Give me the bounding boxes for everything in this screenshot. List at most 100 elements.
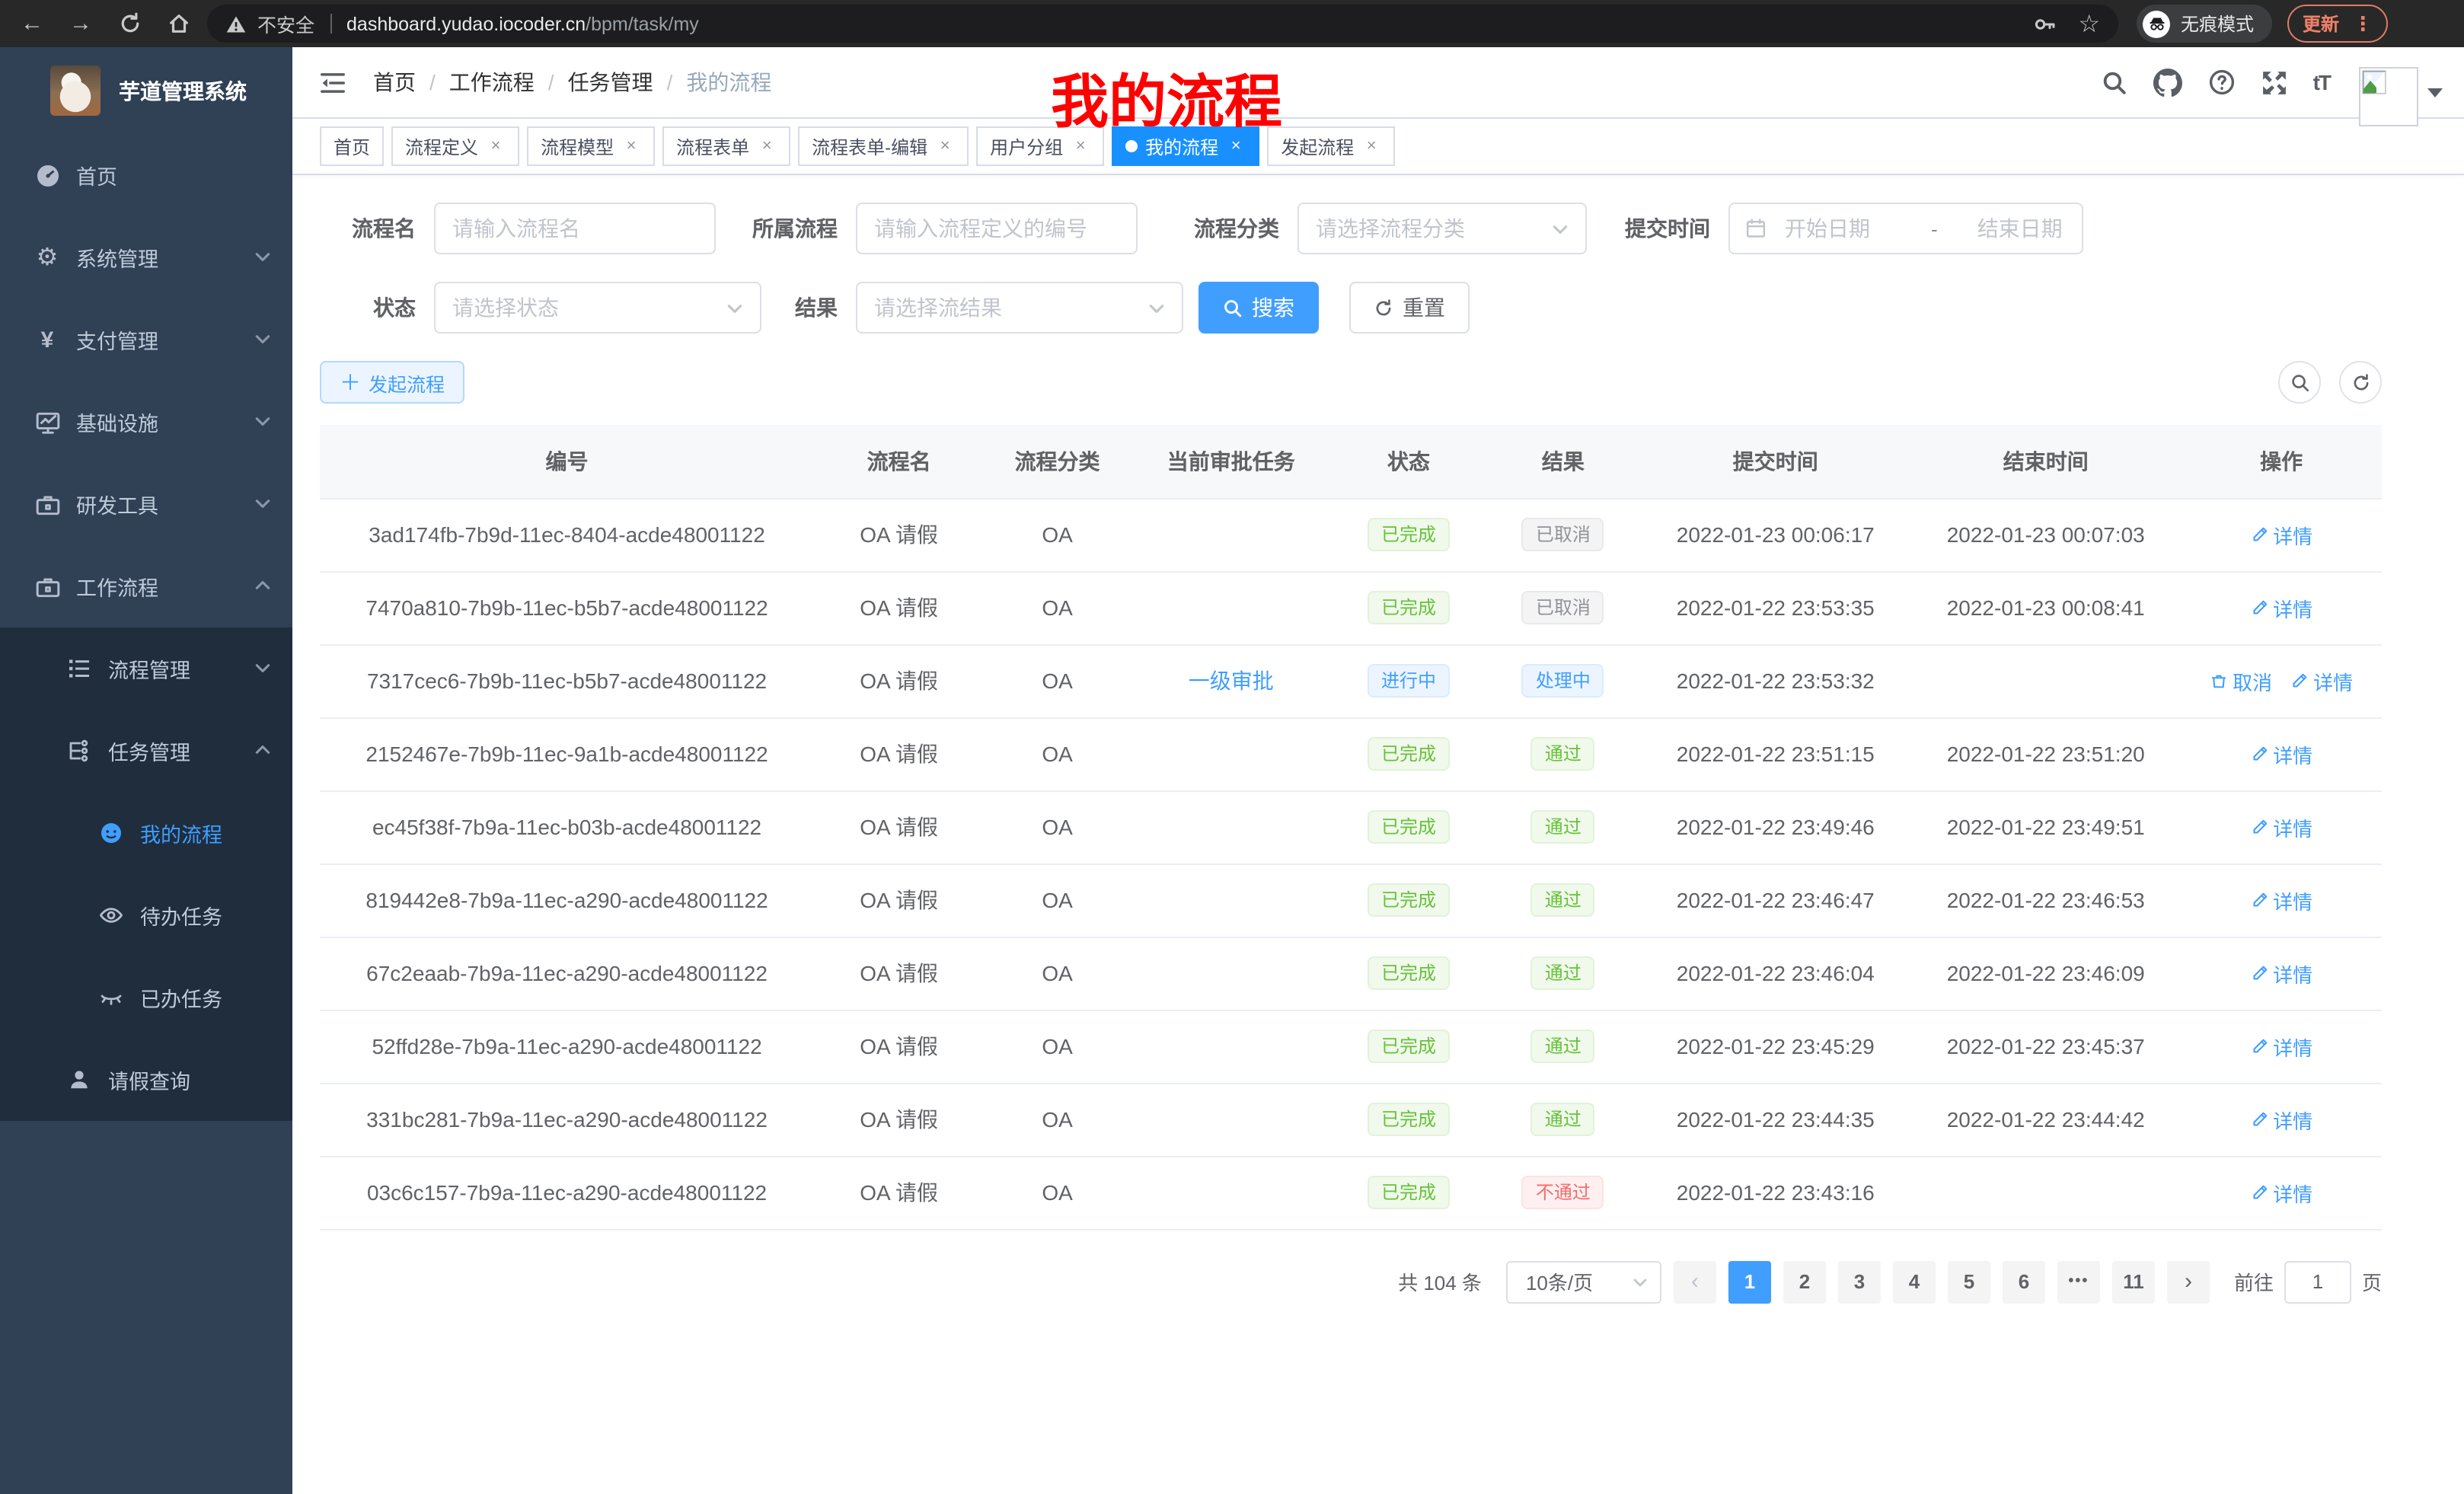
eye-closed-icon	[97, 985, 125, 1010]
detail-link[interactable]: 详情	[2250, 812, 2312, 841]
submit-time-range[interactable]: 开始日期 - 结束日期	[1728, 203, 2083, 254]
dashboard-icon	[34, 162, 61, 188]
close-icon[interactable]: ×	[621, 137, 641, 155]
sidebar-item-todo-tasks[interactable]: 待办任务	[0, 874, 292, 956]
reset-button[interactable]: 重置	[1349, 282, 1470, 334]
result-badge: 通过	[1531, 1030, 1595, 1063]
page-button-2[interactable]: 2	[1783, 1260, 1826, 1303]
tab-process-model[interactable]: 流程模型×	[527, 126, 655, 166]
page-button-4[interactable]: 4	[1893, 1260, 1936, 1303]
detail-link[interactable]: 详情	[2290, 666, 2353, 695]
goto-page-input[interactable]	[2284, 1260, 2351, 1303]
home-icon[interactable]	[158, 5, 198, 42]
tab-process-form[interactable]: 流程表单×	[662, 126, 790, 166]
result-badge: 通过	[1531, 883, 1595, 917]
close-icon[interactable]: ×	[1071, 137, 1090, 155]
sidebar-item-process-manage[interactable]: 流程管理	[0, 627, 292, 710]
app-logo-row[interactable]: 芋道管理系统	[0, 47, 292, 134]
close-icon[interactable]: ×	[486, 137, 506, 155]
breadcrumb-workflow[interactable]: 工作流程	[449, 67, 535, 97]
page-button-11[interactable]: 11	[2112, 1260, 2155, 1303]
fullscreen-icon[interactable]	[2261, 69, 2287, 95]
toggle-search-button[interactable]	[2278, 361, 2321, 404]
forward-icon[interactable]: →	[61, 5, 101, 42]
filter-row-2: 状态 请选择状态 结果 请选择流结果 搜索	[320, 282, 2382, 334]
chevron-up-icon	[254, 739, 271, 762]
detail-link[interactable]: 详情	[2250, 959, 2312, 988]
page-more-button[interactable]: •••	[2057, 1260, 2100, 1303]
close-icon[interactable]: ×	[757, 137, 777, 155]
detail-link[interactable]: 详情	[2250, 739, 2312, 768]
app-logo	[50, 65, 101, 116]
breadcrumb-current: 我的流程	[686, 67, 771, 97]
active-dot	[1125, 140, 1138, 152]
start-process-button[interactable]: ＋ 发起流程	[320, 361, 464, 404]
detail-link[interactable]: 详情	[2250, 1178, 2312, 1207]
cancel-link[interactable]: 取消	[2210, 666, 2272, 695]
detail-link[interactable]: 详情	[2250, 593, 2312, 622]
caret-down-icon[interactable]	[2427, 88, 2443, 97]
key-icon[interactable]	[2032, 11, 2057, 36]
update-label: 更新	[2303, 11, 2339, 37]
page-button-3[interactable]: 3	[1838, 1260, 1881, 1303]
start-date-placeholder[interactable]: 开始日期	[1785, 213, 1870, 244]
detail-link[interactable]: 详情	[2250, 1105, 2312, 1134]
table-row: 03c6c157-7b9a-11ec-a290-acde48001122 OA …	[320, 1156, 2382, 1229]
result-select[interactable]: 请选择流结果	[856, 282, 1183, 334]
avatar[interactable]	[2359, 66, 2418, 126]
close-icon[interactable]: ×	[1226, 137, 1246, 155]
tab-home[interactable]: 首页	[320, 126, 384, 166]
detail-link[interactable]: 详情	[2250, 520, 2312, 549]
tab-process-form-edit[interactable]: 流程表单-编辑×	[798, 126, 969, 166]
tab-process-definition[interactable]: 流程定义×	[391, 126, 519, 166]
sidebar-item-done-tasks[interactable]: 已办任务	[0, 956, 292, 1039]
next-page-button[interactable]: ›	[2167, 1260, 2210, 1303]
process-name-input[interactable]	[434, 203, 716, 254]
tab-start-process[interactable]: 发起流程×	[1267, 126, 1395, 166]
sidebar-item-payment[interactable]: ¥ 支付管理	[0, 298, 292, 381]
chrome-update-button[interactable]: 更新 ⋮	[2287, 5, 2388, 43]
security-label[interactable]: 不安全	[257, 9, 314, 38]
status-badge: 已完成	[1368, 737, 1450, 771]
back-icon[interactable]: ←	[12, 5, 52, 42]
user-menu[interactable]	[2359, 66, 2443, 126]
sidebar-item-leave-query[interactable]: 请假查询	[0, 1039, 292, 1121]
close-icon[interactable]: ×	[935, 137, 955, 155]
table-row: ec45f38f-7b9a-11ec-b03b-acde48001122 OA …	[320, 790, 2382, 864]
search-icon[interactable]	[2102, 69, 2127, 95]
breadcrumb-task-manage[interactable]: 任务管理	[568, 67, 653, 97]
page-button-6[interactable]: 6	[2003, 1260, 2045, 1303]
prev-page-button[interactable]: ‹	[1674, 1260, 1716, 1303]
sidebar-item-devtools[interactable]: 研发工具	[0, 463, 292, 545]
search-button[interactable]: 搜索	[1198, 282, 1319, 334]
end-date-placeholder[interactable]: 结束日期	[1977, 213, 2063, 244]
detail-link[interactable]: 详情	[2250, 886, 2312, 915]
category-select[interactable]: 请选择流程分类	[1297, 203, 1587, 254]
status-select[interactable]: 请选择状态	[434, 282, 761, 334]
chevron-down-icon	[1148, 299, 1165, 316]
page-url[interactable]: dashboard.yudao.iocoder.cn/bpm/task/my	[346, 13, 699, 34]
close-icon[interactable]: ×	[1361, 137, 1381, 155]
page-button-5[interactable]: 5	[1948, 1260, 1990, 1303]
menu-dots-icon[interactable]: ⋮	[2353, 11, 2373, 36]
font-size-icon[interactable]: tT	[2313, 70, 2330, 94]
page-button-1[interactable]: 1	[1728, 1260, 1771, 1303]
detail-link[interactable]: 详情	[2250, 1032, 2312, 1061]
address-bar[interactable]: 不安全 dashboard.yudao.iocoder.cn/bpm/task/…	[207, 5, 2118, 43]
sidebar-item-workflow[interactable]: 工作流程	[0, 545, 292, 627]
reload-icon[interactable]	[110, 5, 149, 42]
sidebar-item-system[interactable]: ⚙ 系统管理	[0, 216, 292, 298]
sidebar-item-my-process[interactable]: 我的流程	[0, 792, 292, 874]
page-size-select[interactable]: 10条/页	[1506, 1260, 1661, 1303]
help-icon[interactable]	[2208, 69, 2236, 96]
sidebar-fold-icon[interactable]	[318, 68, 347, 97]
breadcrumb-home[interactable]: 首页	[373, 67, 416, 97]
sidebar-item-home[interactable]: 首页	[0, 134, 292, 216]
sidebar-item-task-manage[interactable]: 任务管理	[0, 710, 292, 792]
github-icon[interactable]	[2153, 68, 2182, 97]
face-icon	[97, 821, 125, 845]
refresh-table-button[interactable]	[2339, 361, 2382, 404]
bookmark-star-icon[interactable]: ☆	[2078, 8, 2100, 39]
sidebar-item-infra[interactable]: 基础设施	[0, 381, 292, 463]
process-def-input[interactable]	[856, 203, 1138, 254]
